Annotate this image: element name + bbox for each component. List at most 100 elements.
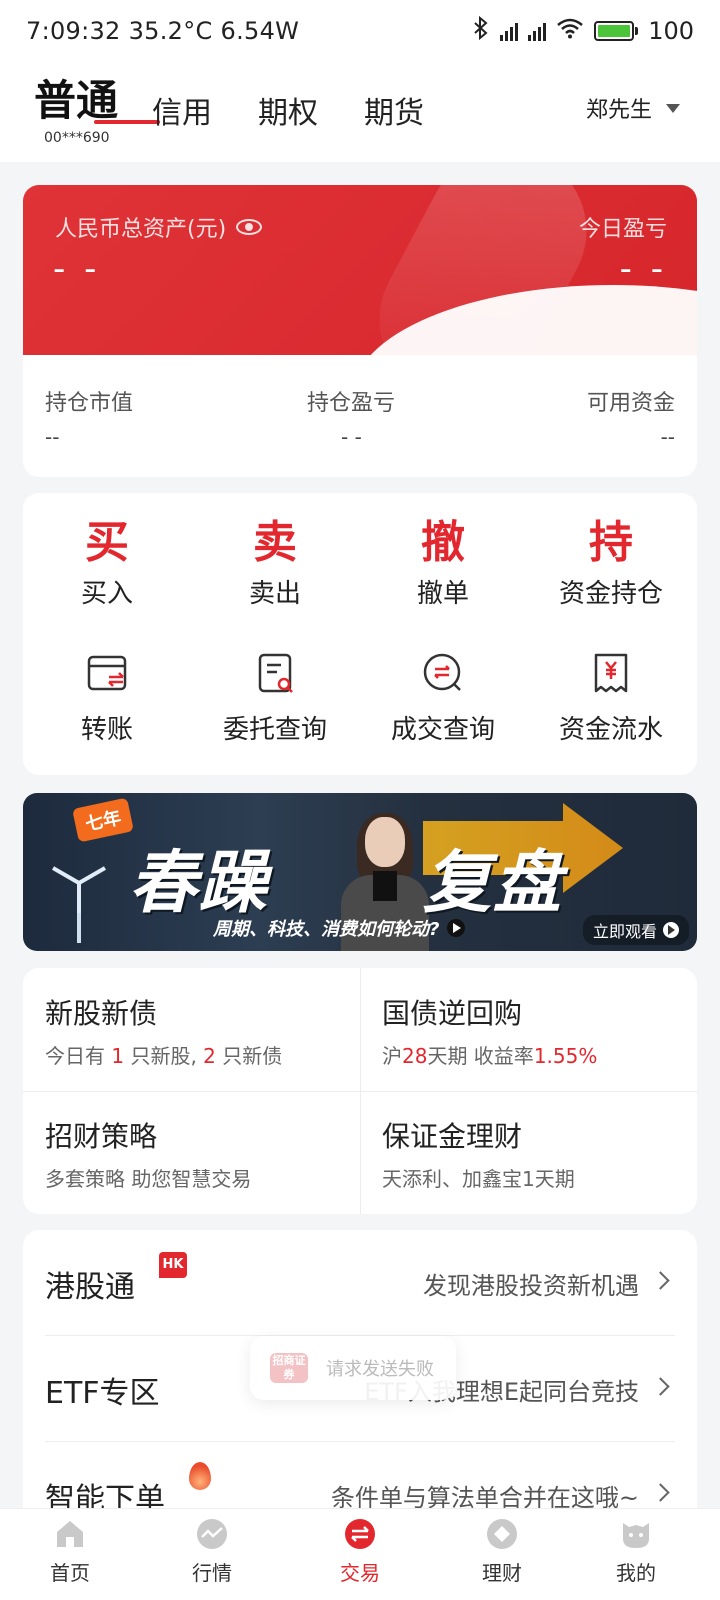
holding-value-label: 持仓市值: [45, 391, 134, 416]
fund-flow-button[interactable]: 资金流水: [527, 651, 695, 746]
eye-icon[interactable]: [236, 219, 263, 235]
clock: 7:09:32: [26, 17, 121, 45]
holding-pl-label: 持仓盈亏: [307, 391, 396, 416]
nav-trade[interactable]: 交易: [310, 1517, 410, 1586]
status-left: 7:09:32 35.2°C 6.54W: [26, 17, 299, 45]
brand-logo: 招商证券: [270, 1353, 308, 1383]
toast-text: 请求发送失败: [326, 1359, 434, 1380]
total-assets-label: 人民币总资产(元): [55, 211, 263, 243]
strategies-title: 招财策略: [45, 1120, 158, 1153]
positions-label: 资金持仓: [558, 579, 663, 609]
margin-wealth-title: 保证金理财: [382, 1120, 523, 1153]
transfer-button[interactable]: 转账: [23, 651, 191, 746]
transfer-label: 转账: [80, 715, 133, 745]
holding-value: --: [45, 425, 60, 449]
trade-icon: [343, 1517, 377, 1551]
today-pl-value: - -: [619, 249, 667, 289]
wealth-icon: [485, 1517, 519, 1551]
signal-icon: [500, 21, 519, 41]
assets-summary: 人民币总资产(元) - - 今日盈亏 - -: [23, 185, 697, 355]
list-item-hk-connect[interactable]: 港股通 HK 发现港股投资新机遇: [23, 1230, 697, 1336]
transfer-icon: [85, 651, 129, 695]
repo-sub-b: 天期 收益率: [427, 1044, 534, 1068]
wind-turbine-icon: [49, 863, 109, 943]
active-tab-underline: [94, 120, 160, 124]
sell-label: 卖出: [248, 579, 301, 609]
watch-now-button[interactable]: 立即观看: [582, 915, 689, 945]
available-funds-label: 可用资金: [586, 391, 675, 416]
temperature: 35.2°C: [128, 17, 213, 45]
buy-label: 买入: [80, 579, 133, 609]
today-pl-label: 今日盈亏: [578, 217, 667, 242]
nav-home[interactable]: 首页: [20, 1517, 120, 1586]
account-number: 00***690: [44, 130, 110, 146]
banner-subtitle: 周期、科技、消费如何轮动?: [213, 915, 466, 941]
tab-credit[interactable]: 信用: [152, 88, 212, 132]
tab-futures[interactable]: 期货: [364, 88, 424, 132]
banner-subtitle-text: 周期、科技、消费如何轮动?: [213, 919, 440, 940]
chevron-right-icon: [651, 1271, 670, 1290]
deal-query-label: 成交查询: [390, 715, 495, 745]
assets-card: 人民币总资产(元) - - 今日盈亏 - - 持仓市值 -- 持仓盈亏 - - …: [23, 185, 697, 477]
account-header: 普通 00***690 信用 期权 期货 郑先生: [0, 62, 720, 162]
nav-profile-label: 我的: [616, 1561, 656, 1585]
new-stocks-bonds[interactable]: 新股新债 今日有 1 只新股, 2 只新债: [23, 968, 360, 1091]
app-root: 7:09:32 35.2°C 6.54W 100 普通 00***690 信用 …: [0, 0, 720, 1600]
deal-query-button[interactable]: 成交查询: [359, 651, 527, 746]
positions-glyph: 持: [589, 517, 633, 568]
fund-flow-icon: [589, 651, 633, 695]
etf-title: ETF专区: [45, 1376, 160, 1411]
margin-wealth-sub: 天添利、加鑫宝1天期: [382, 1167, 575, 1191]
chevron-right-icon: [651, 1483, 670, 1502]
order-query-label: 委托查询: [222, 715, 327, 745]
order-query-button[interactable]: 委托查询: [191, 651, 359, 746]
user-name: 郑先生: [585, 98, 652, 123]
holding-pl: - -: [341, 425, 362, 449]
new-stocks-sub-c: 只新债: [215, 1044, 283, 1068]
status-bar: 7:09:32 35.2°C 6.54W 100: [0, 0, 720, 62]
total-assets-label-text: 人民币总资产(元): [55, 217, 227, 242]
watch-now-label: 立即观看: [592, 922, 657, 941]
battery-icon: [594, 21, 639, 41]
wifi-icon: [556, 17, 584, 45]
banner-title-1: 春躁: [129, 844, 270, 923]
tab-options[interactable]: 期权: [258, 88, 318, 132]
treasury-repo[interactable]: 国债逆回购 沪28天期 收益率1.55%: [360, 968, 697, 1091]
tab-normal-label: 普通: [34, 76, 119, 125]
deal-query-icon: [421, 651, 465, 695]
nav-market[interactable]: 行情: [162, 1517, 262, 1586]
total-assets-value: - -: [53, 249, 101, 289]
signal-icon-2: [528, 21, 547, 41]
market-icon: [195, 1517, 229, 1551]
margin-wealth[interactable]: 保证金理财 天添利、加鑫宝1天期: [360, 1091, 697, 1214]
nav-profile[interactable]: 我的: [586, 1517, 686, 1586]
new-stocks-sub-b: 只新股,: [124, 1044, 204, 1068]
trade-actions-card: 买 买入 卖 卖出 撤 撤单 持 资金持仓 转账 委托查询 成交查询 资金流水: [23, 493, 697, 775]
tab-normal[interactable]: 普通: [34, 76, 160, 126]
profile-icon: [619, 1517, 653, 1551]
nav-wealth-label: 理财: [482, 1561, 522, 1585]
nav-wealth[interactable]: 理财: [452, 1517, 552, 1586]
battery-level: 100: [648, 17, 694, 45]
user-switcher[interactable]: 郑先生: [586, 92, 680, 124]
fund-flow-label: 资金流水: [558, 715, 663, 745]
strategies[interactable]: 招财策略 多套策略 助您智慧交易: [23, 1091, 360, 1214]
play-circle-icon: [663, 922, 679, 938]
bluetooth-icon: [472, 15, 490, 46]
services-grid: 新股新债 今日有 1 只新股, 2 只新债 国债逆回购 沪28天期 收益率1.5…: [23, 968, 697, 1214]
caret-down-icon: [666, 103, 680, 113]
hk-connect-desc: 发现港股投资新机遇: [423, 1272, 639, 1300]
home-icon: [53, 1517, 87, 1551]
new-stocks-sub-a: 今日有: [45, 1044, 112, 1068]
play-icon: [447, 919, 466, 937]
treasury-repo-sub: 沪28天期 收益率1.55%: [382, 1040, 597, 1069]
new-stocks-sub: 今日有 1 只新股, 2 只新债: [45, 1040, 282, 1069]
order-query-icon: [253, 651, 297, 695]
buy-glyph: 买: [85, 517, 129, 568]
buy-button[interactable]: 买 买入: [23, 517, 191, 610]
sell-button[interactable]: 卖 卖出: [191, 517, 359, 610]
positions-button[interactable]: 持 资金持仓: [527, 517, 695, 610]
promo-banner[interactable]: 七年 春躁 复盘 周期、科技、消费如何轮动? 立即观看: [23, 793, 697, 951]
new-stocks-count: 1: [111, 1044, 125, 1068]
cancel-order-button[interactable]: 撤 撤单: [359, 517, 527, 610]
